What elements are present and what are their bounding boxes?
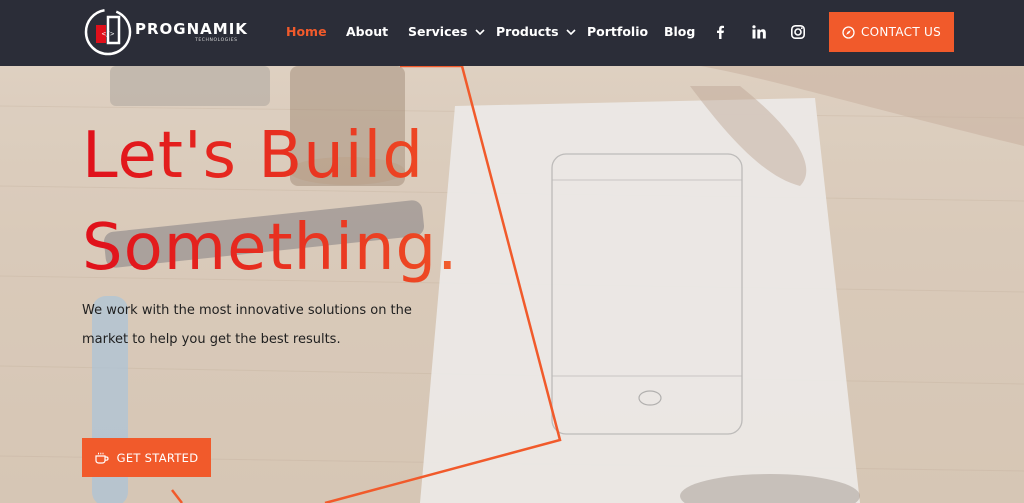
nav-item-portfolio[interactable]: Portfolio	[587, 24, 648, 39]
instagram-icon[interactable]	[790, 24, 806, 40]
logo-mark-icon: </>	[84, 8, 132, 56]
compass-icon	[842, 25, 855, 39]
hero-section: Let's Build Something. We work with the …	[0, 66, 1024, 503]
nav-item-products[interactable]: Products	[496, 24, 576, 39]
contact-us-label: CONTACT US	[860, 25, 942, 39]
hero-headline-word: Something	[82, 211, 438, 285]
hero-headline-line2: Something.	[82, 202, 682, 294]
hero-headline-line1: Let's Build	[82, 119, 424, 193]
linkedin-icon[interactable]	[751, 24, 767, 40]
brand-tagline: TECHNOLOGIES	[195, 38, 238, 43]
chevron-down-icon	[475, 29, 485, 36]
nav-item-services[interactable]: Services	[408, 24, 485, 39]
get-started-label: GET STARTED	[116, 450, 199, 465]
hero-headline-dot: .	[437, 211, 459, 285]
nav-item-home[interactable]: Home	[286, 24, 327, 39]
chevron-down-icon	[566, 29, 576, 36]
brand-name: PROGNAMIK	[135, 20, 248, 38]
hero-subtext: We work with the most innovative solutio…	[82, 303, 412, 347]
nav-item-blog[interactable]: Blog	[664, 24, 695, 39]
coffee-cup-icon	[95, 452, 109, 464]
nav-item-services-label: Services	[408, 24, 468, 39]
facebook-icon[interactable]	[712, 24, 728, 40]
nav-item-products-label: Products	[496, 24, 559, 39]
get-started-button[interactable]: GET STARTED	[82, 438, 211, 477]
site-header: </> PROGNAMIK TECHNOLOGIES Home About Se…	[0, 0, 1024, 66]
contact-us-button[interactable]: CONTACT US	[829, 12, 954, 52]
logo-glyph: </>	[102, 30, 115, 38]
hero-headline: Let's Build Something.	[82, 110, 682, 294]
brand-logo[interactable]: </> PROGNAMIK TECHNOLOGIES	[83, 7, 253, 59]
nav-item-about[interactable]: About	[346, 24, 388, 39]
